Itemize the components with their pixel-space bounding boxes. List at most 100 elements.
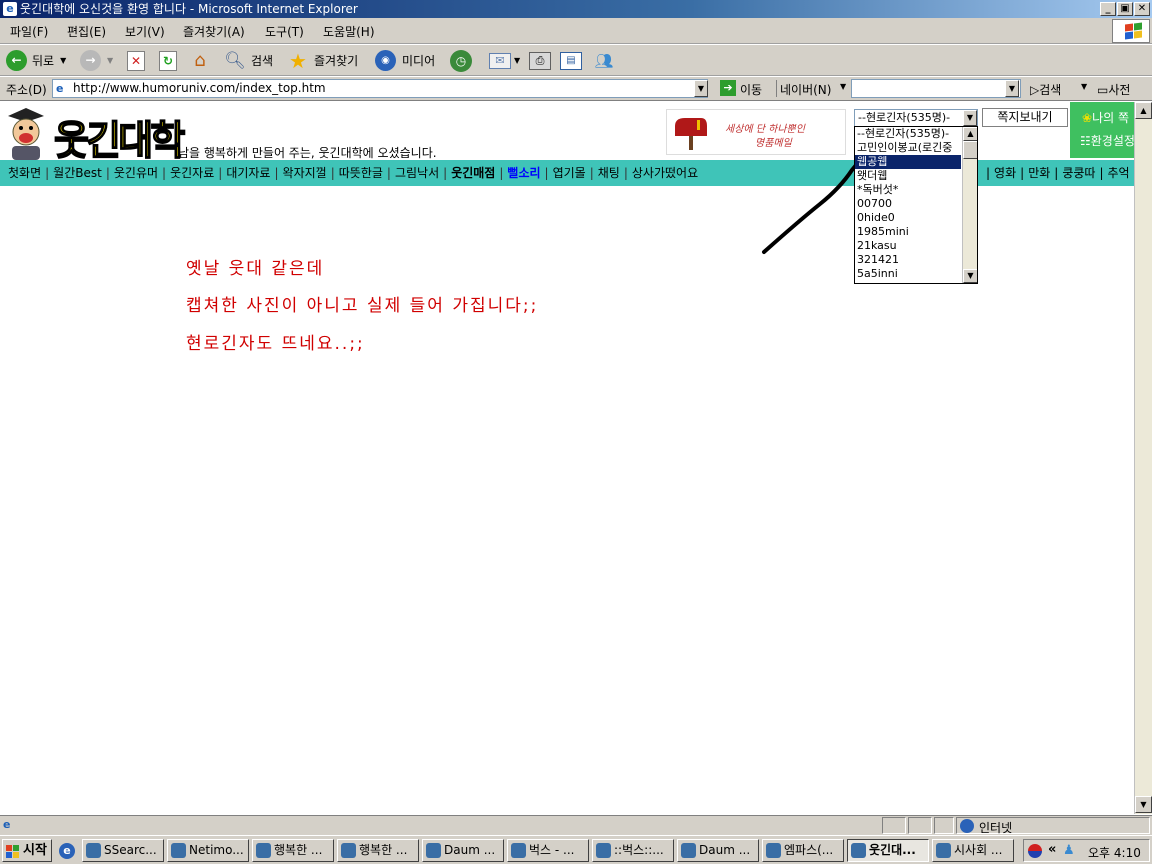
chevron-down-icon[interactable]: ▼ xyxy=(840,82,846,91)
edit-button[interactable]: ▤ xyxy=(560,48,582,73)
minimize-button[interactable]: _ xyxy=(1100,2,1116,16)
taskbar-button[interactable]: 웃긴대... xyxy=(847,839,929,862)
go-arrow-icon[interactable]: ➔ xyxy=(720,80,736,96)
media-button[interactable]: ◉ 미디어 xyxy=(375,48,435,73)
windows-flag-icon xyxy=(6,844,20,858)
window-icon xyxy=(851,843,866,858)
nav-link[interactable]: 웃긴자료 xyxy=(170,166,214,180)
nav-link[interactable]: 첫화면 xyxy=(8,166,41,180)
online-user-option[interactable]: 1985mini xyxy=(855,225,961,239)
nav-link[interactable]: 대기자료 xyxy=(226,166,270,180)
menu-tools[interactable]: 도구(T) xyxy=(265,23,304,40)
listbox-scroll-thumb[interactable] xyxy=(963,141,977,159)
scroll-up-icon[interactable]: ▲ xyxy=(963,127,977,141)
site-logo[interactable]: 웃긴대학 xyxy=(53,108,186,166)
nav-link[interactable]: 엽기몰 xyxy=(553,166,586,180)
maximize-button[interactable]: ▣ xyxy=(1117,2,1133,16)
close-button[interactable]: ✕ xyxy=(1134,2,1150,16)
taskbar-button[interactable]: 시사회 ... xyxy=(932,839,1014,862)
menu-view[interactable]: 보기(V) xyxy=(125,23,165,40)
address-url-input[interactable]: e http://www.humoruniv.com/index_top.htm xyxy=(52,79,708,98)
online-user-option[interactable]: 21kasu xyxy=(855,239,961,253)
menu-edit[interactable]: 편집(E) xyxy=(67,23,106,40)
mail-button[interactable]: ✉ ▼ xyxy=(489,48,520,73)
nav-link[interactable]: 그림낙서 xyxy=(395,166,439,180)
settings-link[interactable]: ☷환경설정 xyxy=(1080,132,1134,149)
online-user-option[interactable]: *독버섯* xyxy=(855,183,961,197)
online-user-option[interactable]: 00700 xyxy=(855,197,961,211)
nav-separator: | xyxy=(1099,166,1104,180)
ie-quicklaunch-icon[interactable]: e xyxy=(59,843,75,859)
address-dropdown[interactable]: ▼ xyxy=(694,80,708,97)
menu-favorites[interactable]: 즐겨찾기(A) xyxy=(183,23,245,40)
tray-expand-chevron[interactable]: « xyxy=(1048,842,1056,857)
chevron-down-icon[interactable]: ▼ xyxy=(60,56,66,65)
search-button[interactable]: 🔍︎ 검색 xyxy=(224,48,273,73)
messenger-tray-icon[interactable]: ♟ xyxy=(1063,843,1079,859)
nav-link[interactable]: 만화 xyxy=(1028,166,1050,180)
globe-media-icon: ◉ xyxy=(375,50,396,71)
dictionary-button[interactable]: ▭사전 xyxy=(1097,81,1130,98)
my-notes-link[interactable]: ❀나의 쪽 xyxy=(1082,109,1129,126)
nav-link[interactable]: 뻘소리 xyxy=(507,166,540,180)
window-titlebar[interactable]: e 웃긴대학에 오신것을 환영 합니다 - Microsoft Internet… xyxy=(0,0,1152,18)
taskbar-button[interactable]: Daum ... xyxy=(677,839,759,862)
scroll-down-icon[interactable]: ▼ xyxy=(1135,796,1152,813)
nav-link[interactable]: 채팅 xyxy=(598,166,620,180)
naver-search-input[interactable] xyxy=(851,79,1021,98)
messenger-button[interactable]: 👥︎ xyxy=(593,48,615,73)
stop-button[interactable]: ✕ xyxy=(127,48,145,73)
history-button[interactable]: ◷ xyxy=(450,48,472,73)
online-user-option[interactable]: 5a5inni xyxy=(855,267,961,281)
refresh-button[interactable]: ↻ xyxy=(159,48,177,73)
taskbar-button[interactable]: Netimo... xyxy=(167,839,249,862)
page-scrollbar[interactable]: ▲ ▼ xyxy=(1134,102,1152,814)
nav-link[interactable]: 월간Best xyxy=(53,166,102,180)
nav-link[interactable]: 쿵쿵따 xyxy=(1062,166,1095,180)
nav-separator: | xyxy=(218,166,223,180)
menu-file[interactable]: 파일(F) xyxy=(10,23,48,40)
online-users-select[interactable]: --현로긴자(535명)- ▼ xyxy=(854,109,978,127)
nav-link[interactable]: 왁자지껄 xyxy=(283,166,327,180)
back-button[interactable]: ← 뒤로 ▼ xyxy=(6,48,66,73)
taskbar-button[interactable]: 행복한 ... xyxy=(252,839,334,862)
taskbar-button[interactable]: ::벅스::... xyxy=(592,839,674,862)
nav-link[interactable]: 웃긴유머 xyxy=(114,166,158,180)
online-user-option[interactable]: 321421 xyxy=(855,253,961,267)
taskbar-button[interactable]: 행복한 ... xyxy=(337,839,419,862)
nav-link[interactable]: 추억 xyxy=(1108,166,1130,180)
online-user-option[interactable]: 왯더웹 xyxy=(855,169,961,183)
print-button[interactable]: ⎙ xyxy=(529,48,551,73)
nav-link[interactable]: 웃긴매점 xyxy=(451,166,495,180)
online-user-option[interactable]: --현로긴자(535명)- xyxy=(855,127,961,141)
taskbar-button[interactable]: 벅스 - ... xyxy=(507,839,589,862)
home-button[interactable]: ⌂ xyxy=(189,48,211,73)
chevron-down-icon[interactable]: ▼ xyxy=(963,110,977,126)
go-button[interactable]: 이동 xyxy=(740,81,762,98)
taskbar-button[interactable]: SSearc... xyxy=(82,839,164,862)
naver-search-dropdown[interactable]: ▼ xyxy=(1005,80,1019,97)
online-users-listbox[interactable]: --현로긴자(535명)- 고민인이봉교(로긴중 웹공웹 왯더웹 *독버섯* 00700 0… xyxy=(854,126,978,284)
online-user-option[interactable]: 웹공웹 xyxy=(855,155,961,169)
naver-search-button[interactable]: ▷검색 xyxy=(1030,81,1061,98)
nav-link[interactable]: 영화 xyxy=(994,166,1016,180)
online-user-option[interactable]: 0hide0 xyxy=(855,211,961,225)
nav-link[interactable]: 따뜻한글 xyxy=(339,166,383,180)
chevron-down-icon[interactable]: ▼ xyxy=(1081,82,1087,91)
start-button[interactable]: 시작 xyxy=(2,839,52,862)
nav-link[interactable]: 상사가떴어요 xyxy=(632,166,698,180)
chevron-down-icon[interactable]: ▼ xyxy=(514,56,520,65)
naver-toolbar-label[interactable]: 네이버(N) xyxy=(780,81,831,98)
scroll-up-icon[interactable]: ▲ xyxy=(1135,102,1152,119)
chevron-down-icon[interactable]: ▼ xyxy=(107,56,113,65)
menu-help[interactable]: 도움말(H) xyxy=(323,23,375,40)
listbox-scrollbar[interactable]: ▲ ▼ xyxy=(962,127,977,283)
language-icon[interactable] xyxy=(1028,844,1042,858)
send-note-button[interactable]: 쪽지보내기 xyxy=(982,108,1068,127)
online-user-option[interactable]: 고민인이봉교(로긴중 xyxy=(855,141,961,155)
forward-button[interactable]: → ▼ xyxy=(80,48,113,73)
taskbar-button[interactable]: 엠파스(... xyxy=(762,839,844,862)
favorites-button[interactable]: ★ 즐겨찾기 xyxy=(287,48,358,73)
taskbar-button[interactable]: Daum ... xyxy=(422,839,504,862)
scroll-down-icon[interactable]: ▼ xyxy=(963,269,977,283)
